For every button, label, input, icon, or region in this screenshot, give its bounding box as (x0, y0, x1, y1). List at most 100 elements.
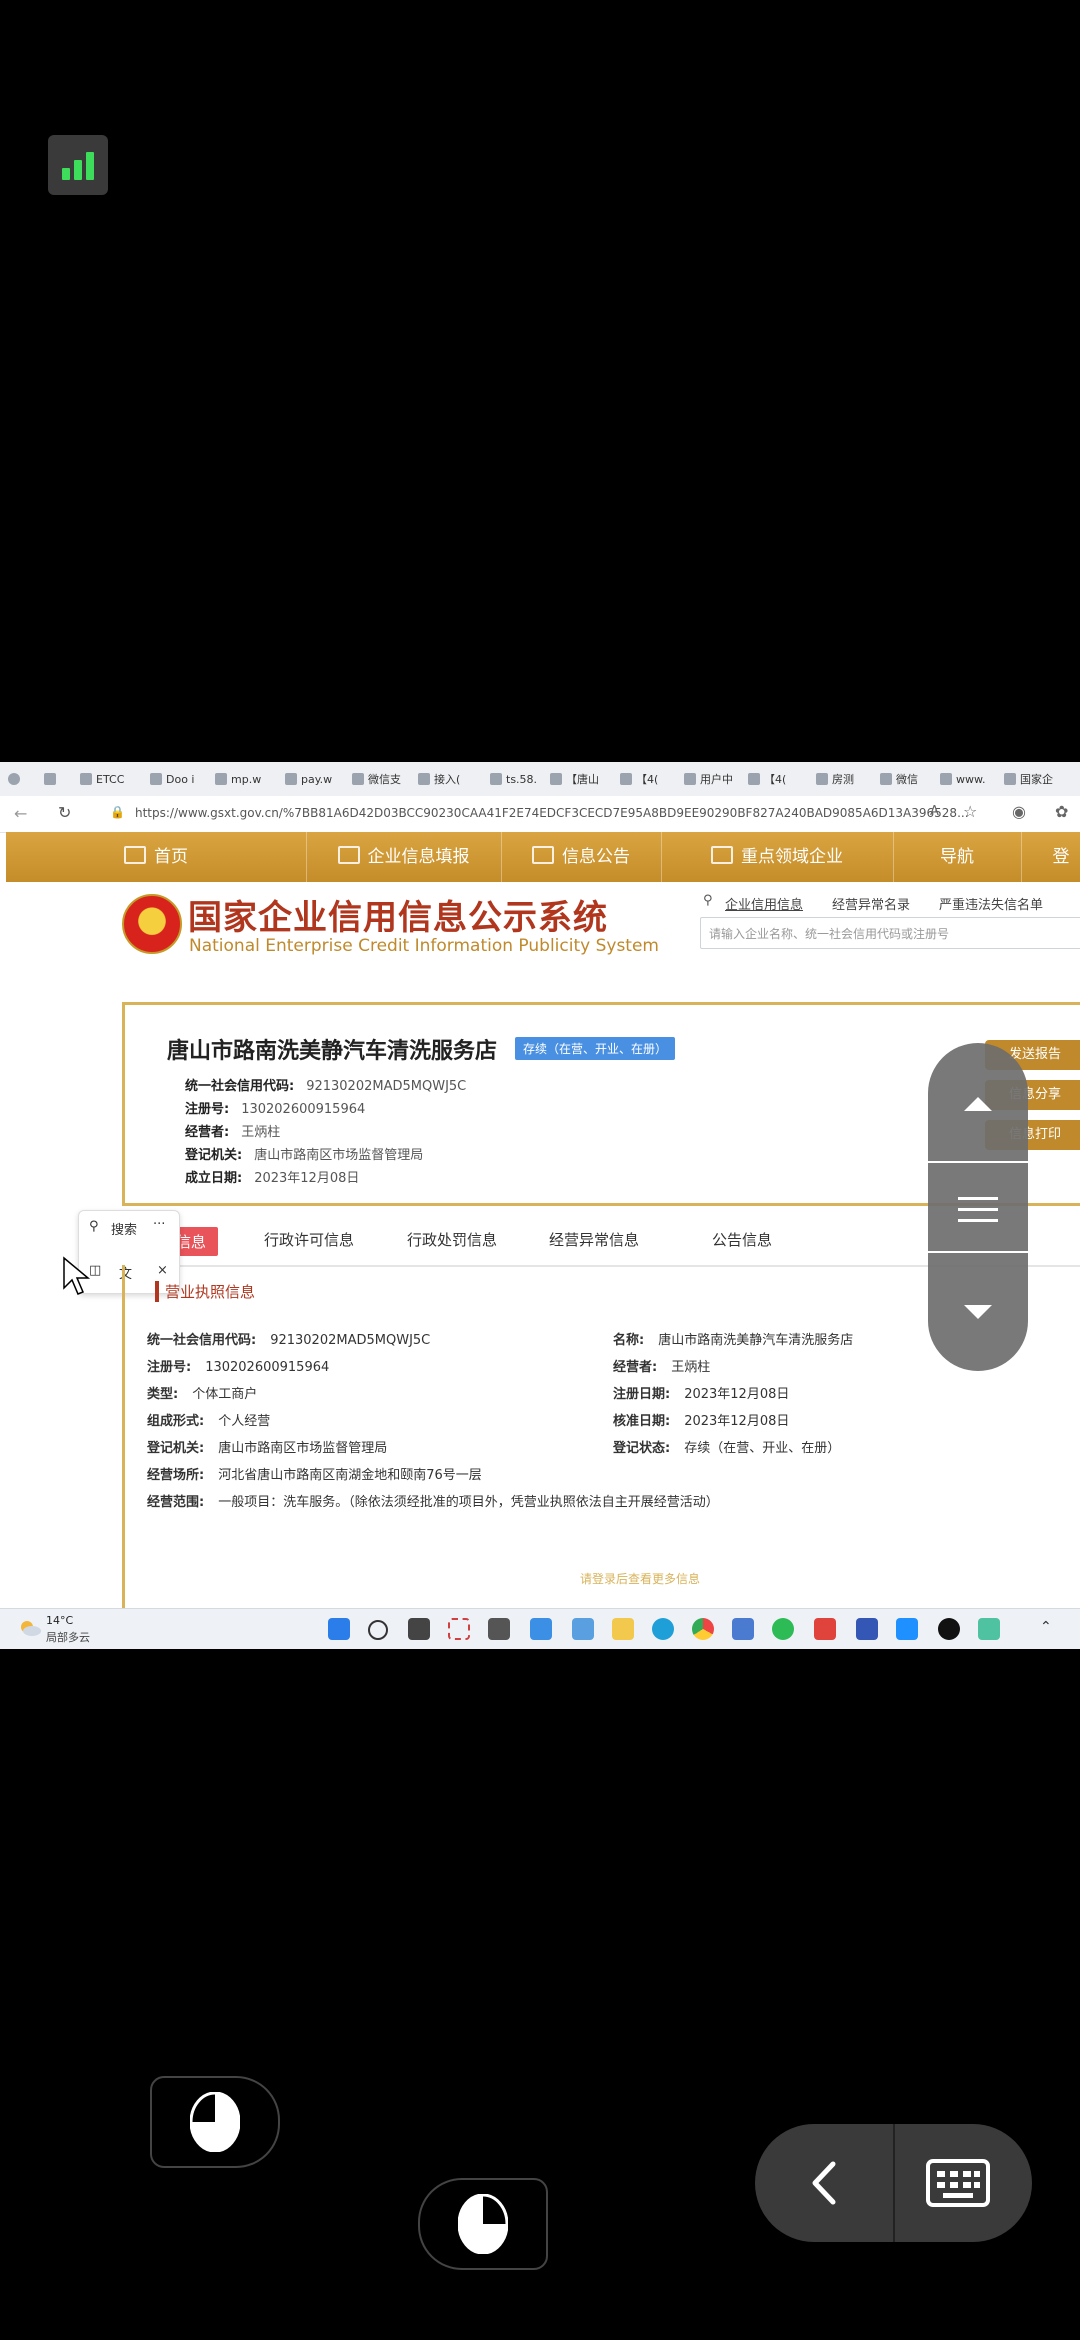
start-icon[interactable] (328, 1618, 350, 1640)
read-aloud-icon[interactable]: A (930, 804, 939, 819)
field-label: 类型: (147, 1387, 179, 1402)
search-tab-blacklist[interactable]: 严重违法失信名单 (939, 894, 1043, 913)
field-label: 经营范围: (147, 1495, 205, 1510)
task-view-icon[interactable] (408, 1618, 430, 1640)
field-value: 王炳柱 (241, 1125, 281, 1140)
browser-tab[interactable]: ETCC (80, 768, 144, 790)
field-label: 组成形式: (147, 1414, 205, 1429)
app-icon[interactable] (856, 1618, 878, 1640)
login-for-more-link[interactable]: 请登录后查看更多信息 (580, 1570, 700, 1587)
browser-tab[interactable]: mp.w (215, 768, 279, 790)
mouse-cursor-icon (63, 1256, 91, 1295)
scroll-up-icon[interactable] (960, 1093, 996, 1115)
search-icon[interactable] (368, 1620, 388, 1640)
mouse-icon (190, 2092, 240, 2152)
remote-app-icon[interactable] (896, 1618, 918, 1640)
audio-app-icon[interactable] (488, 1618, 510, 1640)
field-value: 一般项目：洗车服务。（除依法须经批准的项目外，凭营业执照依法自主开展经营活动） (218, 1495, 719, 1510)
browser-tab[interactable]: 微信支 (352, 768, 412, 790)
pen-icon (337, 846, 360, 864)
browser-tab[interactable]: 【4( (748, 768, 810, 790)
weather-icon (21, 1621, 41, 1636)
snipping-tool-icon[interactable] (448, 1618, 470, 1640)
browser-tab[interactable]: 【唐山 (550, 768, 614, 790)
browser-tab[interactable]: 【4( (620, 768, 678, 790)
company-field-row: 成立日期: 2023年12月08日 (185, 1167, 359, 1186)
search-tab-abnormal[interactable]: 经营异常名录 (832, 894, 910, 913)
notepad-icon[interactable] (732, 1618, 754, 1640)
tab-admin-license[interactable]: 行政许可信息 (264, 1229, 354, 1250)
browser-tab[interactable]: 房测 (816, 768, 874, 790)
back-arrow-icon[interactable] (805, 2160, 845, 2206)
weather-text: 局部多云 (46, 1631, 90, 1644)
tab-admin-penalty[interactable]: 行政处罚信息 (407, 1229, 497, 1250)
browser-tab[interactable]: ts.58. (490, 768, 544, 790)
browser-tab-label: ETCC (96, 772, 125, 786)
field-value: 存续（在营、开业、在册） (684, 1441, 841, 1456)
license-field-row: 核准日期: 2023年12月08日 (613, 1410, 789, 1429)
nav-enterprise-report[interactable]: 企业信息填报 (306, 832, 502, 882)
search-icon[interactable]: ⚲ (89, 1219, 99, 1234)
tray-chevron-icon[interactable]: ⌃ (1040, 1619, 1052, 1635)
field-value: 92130202MAD5MQWJ5C (306, 1079, 467, 1094)
field-label: 登记状态: (613, 1441, 671, 1456)
browser-tab[interactable]: Doo i (150, 768, 209, 790)
nav-navigation[interactable]: 导航 (893, 832, 1022, 882)
mini-search-label[interactable]: 搜索 (111, 1219, 137, 1238)
tab-favicon-icon (150, 773, 162, 785)
browser-tab[interactable]: 国家企 (1004, 768, 1074, 790)
field-value: 唐山市路南区市场监督管理局 (218, 1441, 388, 1456)
more-icon[interactable]: ··· (153, 1217, 165, 1232)
browser-tab-label: pay.w (301, 772, 333, 786)
scroll-control-pill[interactable] (928, 1043, 1028, 1371)
copilot-icon[interactable]: ✿ (1055, 802, 1068, 821)
browser-tab[interactable]: pay.w (285, 768, 346, 790)
extension-icon[interactable]: ◉ (1012, 802, 1026, 821)
main-nav: 首页 企业信息填报 信息公告 重点领域企业 导航 登 (6, 832, 1080, 882)
file-explorer-icon[interactable] (612, 1618, 634, 1640)
search-input[interactable]: 请输入企业名称、统一社会信用代码或注册号 (700, 917, 1080, 949)
back-arrow-icon[interactable]: ← (14, 804, 27, 823)
remote-desktop-screen[interactable]: ETCC Doo i mp.w pay.w 微信支 接入(ts.58. 【唐山 【4(用户中 【… (0, 762, 1080, 1649)
company-field-row: 统一社会信用代码: 92130202MAD5MQWJ5C (185, 1075, 466, 1094)
tab-abnormal[interactable]: 经营异常信息 (549, 1229, 639, 1250)
edge-icon[interactable] (652, 1618, 674, 1640)
browser-tab[interactable]: www. (940, 768, 998, 790)
tab-announcements[interactable]: 公告信息 (712, 1229, 772, 1250)
browser-tab[interactable]: 用户中 (684, 768, 742, 790)
scroll-down-icon[interactable] (960, 1301, 996, 1323)
nav-key-sectors[interactable]: 重点领域企业 (661, 832, 894, 882)
nav-announcements[interactable]: 信息公告 (501, 832, 662, 882)
photos-icon[interactable] (572, 1618, 594, 1640)
field-label: 登记机关: (147, 1441, 205, 1456)
game-app-icon[interactable] (938, 1618, 960, 1640)
handshake-icon (711, 846, 733, 864)
tab-actions-icon[interactable] (44, 768, 66, 790)
profile-icon[interactable] (8, 768, 30, 790)
keyboard-icon[interactable] (925, 2158, 991, 2208)
mouse-left-button[interactable] (150, 2076, 280, 2168)
browser-tab[interactable]: 接入( (418, 768, 484, 790)
license-field-row: 统一社会信用代码: 92130202MAD5MQWJ5C (147, 1329, 430, 1348)
drag-handle-icon[interactable] (954, 1193, 1002, 1227)
national-emblem-logo (122, 894, 182, 954)
chrome-icon[interactable] (692, 1618, 714, 1640)
nav-home[interactable]: 首页 (6, 832, 307, 882)
browser-tab[interactable]: 微信 (880, 768, 934, 790)
favorite-star-icon[interactable]: ☆ (963, 802, 977, 821)
company-field-row: 经营者: 王炳柱 (185, 1121, 280, 1140)
browser-tab-label: 房测 (832, 773, 854, 786)
mouse-right-button[interactable] (418, 2178, 548, 2270)
pdf-app-icon[interactable] (814, 1618, 836, 1640)
display-app-icon[interactable] (978, 1618, 1000, 1640)
tab-favicon-icon (620, 773, 632, 785)
search-tab-credit[interactable]: 企业信用信息 (725, 894, 803, 913)
wechat-icon[interactable] (772, 1618, 794, 1640)
cloud-app-icon[interactable] (530, 1618, 552, 1640)
url-field[interactable]: https://www.gsxt.gov.cn/%7BB81A6D42D03BC… (135, 806, 969, 820)
license-section-title: 营业执照信息 (155, 1281, 255, 1302)
status-badge: 存续（在营、开业、在册） (515, 1037, 676, 1060)
nav-login[interactable]: 登 (1021, 832, 1080, 882)
browser-tab-label: mp.w (231, 772, 262, 786)
refresh-icon[interactable]: ↻ (58, 803, 71, 822)
